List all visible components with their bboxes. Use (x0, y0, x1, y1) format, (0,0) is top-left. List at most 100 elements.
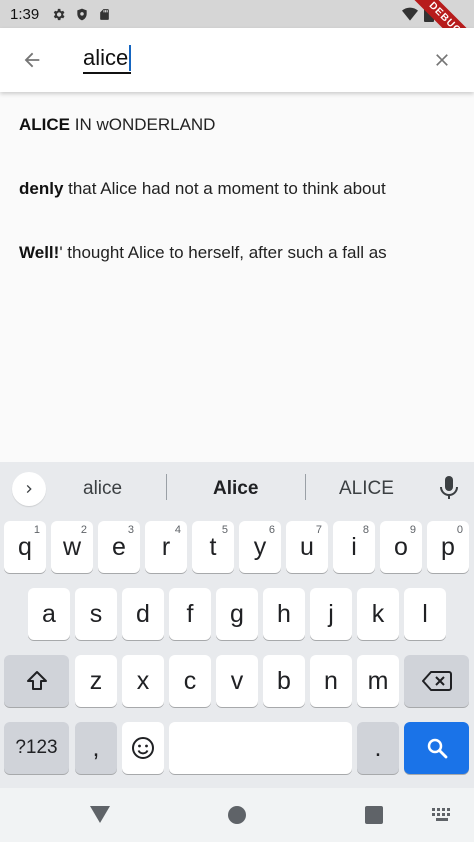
result-match: denly (19, 179, 64, 198)
soft-keyboard: alice Alice ALICE q1 w2 e3 r4 t5 y6 u7 i… (0, 462, 474, 788)
nav-home-button[interactable] (224, 802, 250, 828)
key-o[interactable]: o9 (380, 521, 422, 573)
key-label: y (253, 532, 267, 561)
key-c[interactable]: c (169, 655, 211, 707)
key-h[interactable]: h (263, 588, 305, 640)
key-hint: 7 (315, 524, 322, 536)
key-z[interactable]: z (75, 655, 117, 707)
period-key[interactable]: . (357, 722, 399, 774)
key-hint: 1 (33, 524, 40, 536)
key-y[interactable]: y6 (239, 521, 281, 573)
key-label: s (89, 599, 103, 628)
key-label: r (161, 532, 171, 561)
key-label: . (374, 733, 382, 762)
search-enter-key[interactable] (404, 722, 469, 774)
key-b[interactable]: b (263, 655, 305, 707)
mic-icon (440, 476, 458, 499)
keyboard-switch-button[interactable] (430, 802, 456, 828)
key-label: ?123 (15, 737, 58, 758)
shield-icon (74, 7, 89, 22)
key-m[interactable]: m (357, 655, 399, 707)
result-match: Well! (19, 243, 60, 262)
key-label: v (230, 666, 244, 695)
key-w[interactable]: w2 (51, 521, 93, 573)
close-icon (436, 54, 448, 66)
status-bar: 1:39 DEBUG (0, 0, 474, 64)
backspace-icon (421, 671, 452, 691)
suggestion-3[interactable]: ALICE (339, 478, 394, 500)
key-d[interactable]: d (122, 588, 164, 640)
symbols-key[interactable]: ?123 (4, 722, 69, 774)
wifi-icon (402, 7, 418, 26)
recents-square-icon (365, 806, 383, 824)
key-l[interactable]: l (404, 588, 446, 640)
suggestion-2[interactable]: Alice (213, 478, 258, 500)
search-input-value: alice (83, 45, 129, 70)
home-circle-icon (228, 806, 246, 824)
mic-button[interactable] (436, 474, 462, 502)
text-caret (129, 45, 132, 71)
key-t[interactable]: t5 (192, 521, 234, 573)
key-label: w (62, 532, 82, 561)
key-x[interactable]: x (122, 655, 164, 707)
chevron-right-icon (26, 485, 32, 493)
nav-recents-button[interactable] (361, 802, 387, 828)
result-match: ALICE (19, 115, 70, 134)
comma-key[interactable]: , (75, 722, 117, 774)
result-item[interactable]: ALICE IN wONDERLAND (19, 115, 215, 135)
suggestion-divider (305, 474, 306, 500)
search-input[interactable]: alice (83, 45, 132, 74)
emoji-key[interactable] (122, 722, 164, 774)
key-label: n (324, 666, 338, 695)
key-hint: 8 (362, 524, 369, 536)
key-label: p (441, 532, 455, 561)
key-label: f (186, 599, 194, 628)
backspace-key[interactable] (404, 655, 469, 707)
key-v[interactable]: v (216, 655, 258, 707)
key-label: c (183, 666, 197, 695)
nav-back-button[interactable] (87, 802, 113, 828)
result-item[interactable]: Well!' thought Alice to herself, after s… (19, 243, 387, 263)
key-n[interactable]: n (310, 655, 352, 707)
key-label: u (300, 532, 314, 561)
key-e[interactable]: e3 (98, 521, 140, 573)
emoji-icon (132, 737, 154, 759)
status-time: 1:39 (10, 5, 40, 23)
key-g[interactable]: g (216, 588, 258, 640)
gear-icon (51, 7, 66, 22)
key-hint: 2 (80, 524, 87, 536)
space-key[interactable] (169, 722, 352, 774)
key-u[interactable]: u7 (286, 521, 328, 573)
key-label: t (209, 532, 217, 561)
result-text: that Alice had not a moment to think abo… (63, 179, 386, 198)
key-label: d (136, 599, 150, 628)
back-triangle-icon (90, 806, 110, 823)
result-text: IN wONDERLAND (70, 115, 216, 134)
key-f[interactable]: f (169, 588, 211, 640)
key-k[interactable]: k (357, 588, 399, 640)
suggestion-1[interactable]: alice (83, 478, 122, 500)
key-hint: 4 (174, 524, 181, 536)
key-label: i (351, 532, 357, 561)
key-a[interactable]: a (28, 588, 70, 640)
key-j[interactable]: j (310, 588, 352, 640)
result-item[interactable]: denly that Alice had not a moment to thi… (19, 179, 386, 199)
key-i[interactable]: i8 (333, 521, 375, 573)
key-q[interactable]: q1 (4, 521, 46, 573)
key-label: h (277, 599, 291, 628)
clear-search-button[interactable] (424, 42, 460, 78)
key-label: m (367, 666, 389, 695)
key-label: x (136, 666, 150, 695)
key-label: , (92, 733, 100, 762)
key-label: j (328, 599, 334, 628)
key-label: o (394, 532, 408, 561)
key-s[interactable]: s (75, 588, 117, 640)
back-button[interactable] (14, 42, 50, 78)
key-label: z (89, 666, 103, 695)
key-r[interactable]: r4 (145, 521, 187, 573)
shift-key[interactable] (4, 655, 69, 707)
search-icon (427, 738, 447, 759)
arrow-back-icon (24, 52, 40, 68)
key-p[interactable]: p0 (427, 521, 469, 573)
expand-toolbar-button[interactable] (12, 472, 46, 506)
